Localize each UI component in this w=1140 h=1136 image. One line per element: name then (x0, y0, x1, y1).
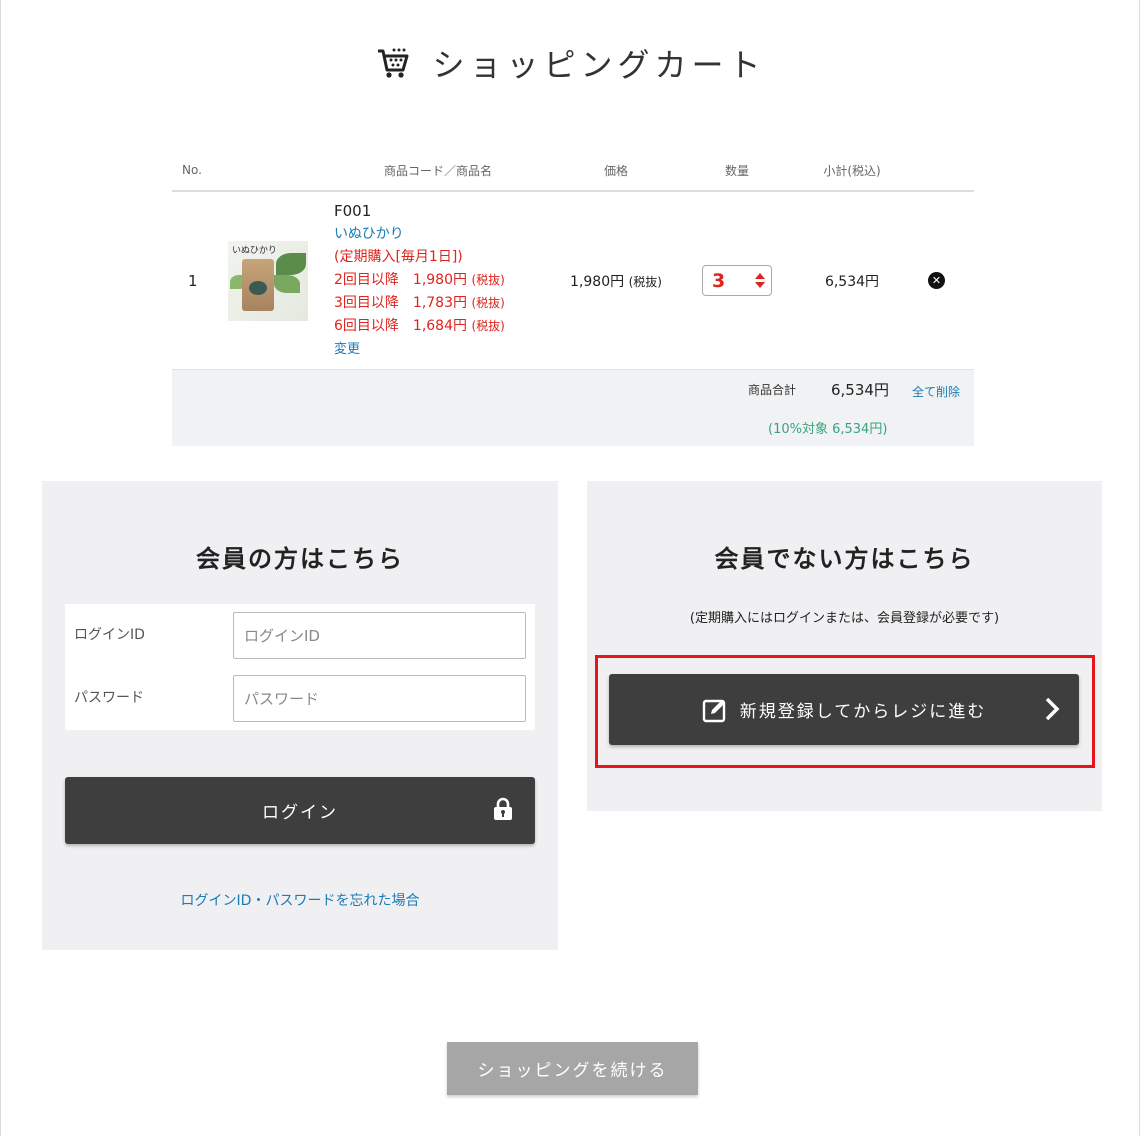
cart-table-header: No. 商品コード／商品名 価格 数量 小計(税込) (172, 150, 974, 192)
quantity-value: 3 (712, 269, 726, 292)
cart-row: 1 いぬひかり F001 いぬひかり (定期購入[毎月1日]) 2回目以降 1,… (172, 192, 974, 370)
page-header: ショッピングカート (1, 40, 1140, 86)
row-number: 1 (188, 271, 198, 290)
cart-icon (376, 46, 410, 80)
edit-icon (702, 697, 728, 723)
lock-icon (493, 797, 513, 826)
tax-note: (10%対象 6,534円) (768, 422, 888, 437)
product-image-label: いぬひかり (232, 245, 277, 256)
header-product: 商品コード／商品名 (384, 163, 493, 178)
login-id-input[interactable] (233, 612, 526, 659)
product-info: F001 いぬひかり (定期購入[毎月1日]) 2回目以降 1,980円 (税抜… (334, 200, 550, 361)
price-tier: 6回目以降 1,684円 (税抜) (334, 318, 505, 334)
product-image[interactable]: いぬひかり (228, 240, 308, 321)
login-form: ログインID パスワード (65, 604, 535, 730)
close-icon[interactable]: ✕ (928, 272, 945, 289)
login-id-label: ログインID (74, 627, 145, 643)
register-button[interactable]: 新規登録してからレジに進む (609, 674, 1079, 745)
product-code: F001 (334, 202, 372, 220)
total-value: 6,534円 (831, 381, 889, 399)
header-no: No. (182, 163, 202, 177)
header-subtotal: 小計(税込) (823, 163, 881, 178)
continue-shopping-button[interactable]: ショッピングを続ける (447, 1042, 698, 1095)
guest-panel-title: 会員でない方はこちら (714, 545, 975, 573)
guest-note: (定期購入にはログインまたは、会員登録が必要です) (689, 611, 1000, 626)
header-quantity: 数量 (724, 163, 749, 178)
subscription-label: (定期購入[毎月1日]) (334, 249, 463, 265)
select-arrows-icon (755, 273, 765, 288)
price-tier: 2回目以降 1,980円 (税抜) (334, 272, 505, 288)
row-subtotal: 6,534円 (824, 273, 880, 290)
member-login-panel: 会員の方はこちら ログインID パスワード ログイン ログインID・パスワードを… (42, 481, 558, 950)
price-tier: 3回目以降 1,783円 (税抜) (334, 295, 505, 311)
total-label: 商品合計 (748, 383, 797, 397)
change-link[interactable]: 変更 (334, 338, 550, 361)
member-panel-title: 会員の方はこちら (196, 545, 404, 573)
cart-total: 商品合計 6,534円 全て削除 (10%対象 6,534円) (172, 370, 974, 446)
chevron-right-icon (1043, 696, 1061, 727)
delete-all-link[interactable]: 全て削除 (912, 383, 960, 400)
page-title: ショッピングカート (432, 46, 766, 84)
unit-price: 1,980円 (税抜) (570, 273, 662, 290)
password-label: パスワード (74, 690, 144, 706)
login-button-label: ログイン (262, 803, 338, 823)
guest-panel: 会員でない方はこちら (定期購入にはログインまたは、会員登録が必要です) 新規登… (587, 481, 1102, 811)
register-button-label: 新規登録してからレジに進む (739, 702, 987, 722)
cart-table: No. 商品コード／商品名 価格 数量 小計(税込) 1 いぬひかり F001 … (172, 150, 974, 446)
login-button[interactable]: ログイン (65, 777, 535, 844)
header-price: 価格 (603, 163, 628, 178)
quantity-select[interactable]: 3 (702, 265, 772, 296)
password-input[interactable] (233, 675, 526, 722)
product-name-link[interactable]: いぬひかり (334, 223, 550, 246)
forgot-credentials-link[interactable]: ログインID・パスワードを忘れた場合 (42, 890, 558, 910)
